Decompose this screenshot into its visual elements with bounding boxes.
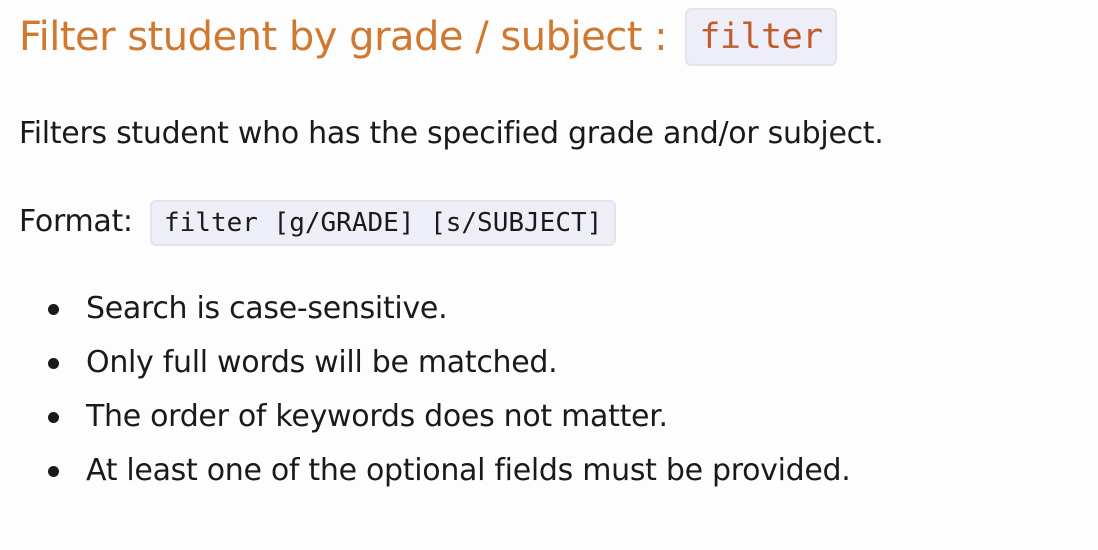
list-item: Only full words will be matched.	[19, 336, 851, 390]
section-heading-text: Filter student by grade / subject :	[19, 14, 668, 60]
command-description: Filters student who has the specified gr…	[19, 116, 884, 151]
note-text: At least one of the optional fields must…	[86, 453, 851, 488]
note-text: Search is case-sensitive.	[86, 291, 448, 326]
notes-list: Search is case-sensitive. Only full word…	[19, 282, 851, 498]
note-text: Only full words will be matched.	[86, 345, 558, 380]
section-heading: Filter student by grade / subject : filt…	[19, 6, 837, 68]
command-keyword-code: filter	[685, 8, 837, 66]
list-item: Search is case-sensitive.	[19, 282, 851, 336]
list-item: The order of keywords does not matter.	[19, 390, 851, 444]
format-label: Format:	[19, 204, 133, 239]
list-item: At least one of the optional fields must…	[19, 444, 851, 498]
format-line: Format: filter [g/GRADE] [s/SUBJECT]	[19, 198, 617, 246]
format-code: filter [g/GRADE] [s/SUBJECT]	[149, 200, 617, 246]
note-text: The order of keywords does not matter.	[86, 399, 668, 434]
bullet-icon	[48, 412, 59, 423]
bullet-icon	[48, 358, 59, 369]
bullet-icon	[48, 466, 59, 477]
bullet-icon	[48, 304, 59, 315]
